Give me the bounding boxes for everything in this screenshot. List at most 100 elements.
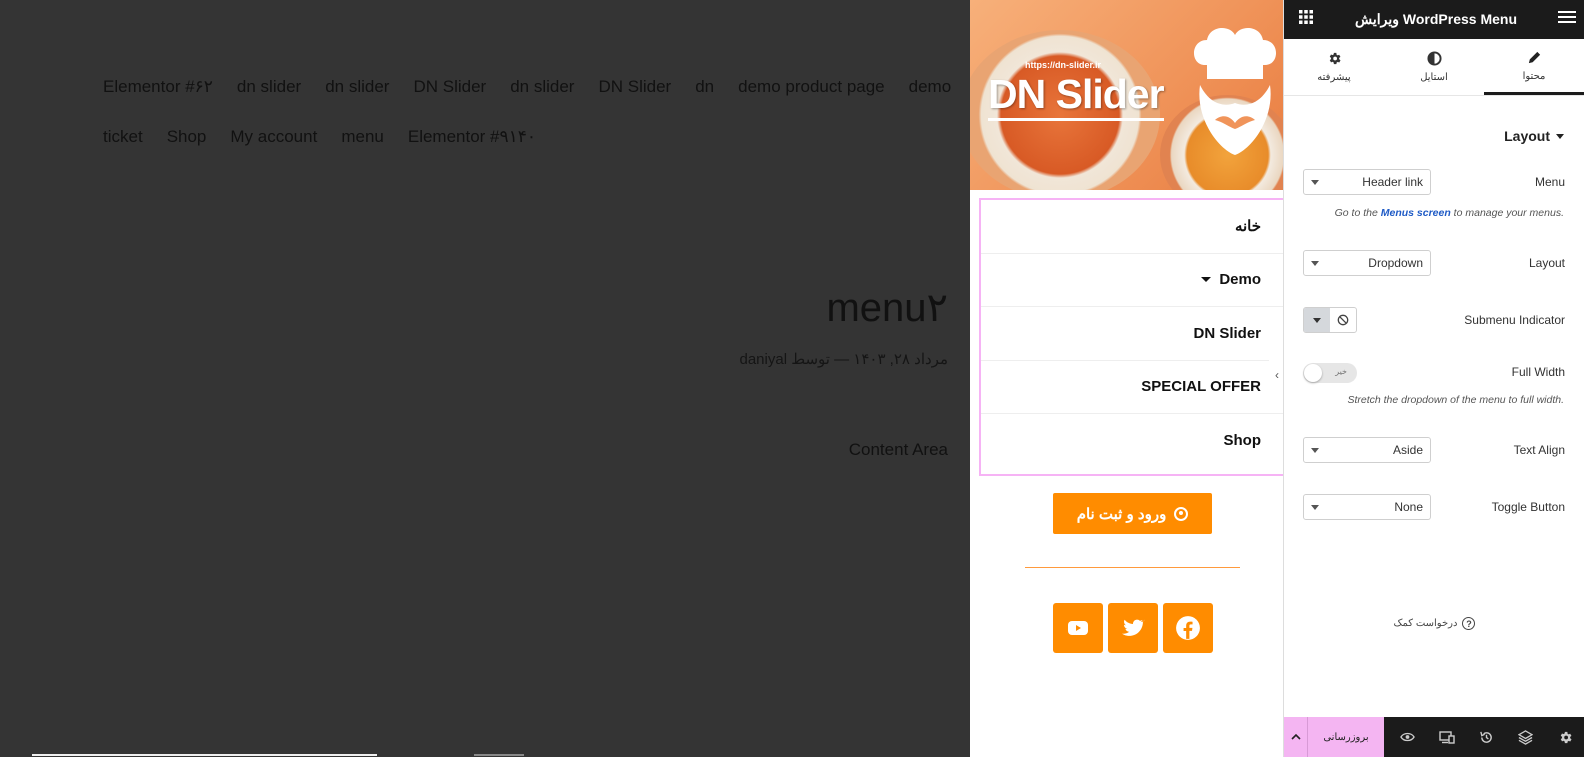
nav-link[interactable]: Elementor #۶۲	[103, 77, 213, 97]
tab-style-label: استایل	[1420, 72, 1448, 83]
control-submenu-indicator: Submenu Indicator	[1284, 307, 1584, 335]
caret-down-icon[interactable]	[1201, 277, 1212, 283]
scroll-indicator-secondary	[474, 754, 524, 756]
layout-select-value: Dropdown	[1368, 256, 1423, 270]
menu-select[interactable]: Header link	[1303, 169, 1431, 195]
twitter-icon[interactable]	[1108, 603, 1158, 653]
login-register-button[interactable]: ورود و ثبت نام	[1053, 493, 1212, 534]
editor-title: ویرایش WordPress Menu	[1354, 11, 1518, 27]
help-text: درخواست کمک	[1393, 618, 1458, 629]
menu-item[interactable]: Demo	[981, 254, 1284, 307]
nav-link[interactable]: dn slider	[237, 77, 301, 97]
update-label: بروزرسانی	[1323, 731, 1369, 743]
tab-advanced[interactable]: پیشرفته	[1284, 39, 1384, 95]
nav-link[interactable]: demo product page	[738, 77, 885, 97]
nav-link[interactable]: My account	[230, 127, 317, 147]
text-align-select[interactable]: Aside	[1303, 437, 1431, 463]
menu-description: Go to the Menus screen to manage your me…	[1335, 207, 1564, 219]
toggle-button-label: Toggle Button	[1491, 500, 1565, 514]
youtube-icon[interactable]	[1053, 603, 1103, 653]
layout-select[interactable]: Dropdown	[1303, 250, 1431, 276]
hamburger-menu-icon[interactable]	[1558, 9, 1576, 30]
nav-link[interactable]: ticket	[103, 127, 143, 147]
menu-item-label: SPECIAL OFFER	[1141, 378, 1261, 396]
section-layout-title: Layout	[1504, 128, 1550, 144]
editor-header: ویرایش WordPress Menu	[1284, 0, 1584, 39]
chevron-down-icon	[1311, 504, 1319, 510]
nav-menu-widget[interactable]: خانه Demo DN Slider SPECIAL OFFER Shop	[979, 198, 1286, 476]
switch-knob	[1304, 364, 1322, 382]
section-layout-toggle[interactable]: Layout	[1504, 128, 1564, 144]
full-width-description: Stretch the dropdown of the menu to full…	[1347, 394, 1564, 406]
editor-tabs: پیشرفته استایل محتوا	[1284, 39, 1584, 96]
tab-advanced-label: پیشرفته	[1317, 72, 1351, 83]
menu-item[interactable]: DN Slider	[981, 307, 1284, 361]
layout-label: Layout	[1528, 256, 1565, 270]
nav-link[interactable]: dn slider	[325, 77, 389, 97]
gear-icon	[1329, 52, 1340, 65]
chevron-down-icon	[1311, 179, 1319, 185]
nav-row-primary: Elementor #۶۲ dn slider dn slider DN Slider…	[103, 62, 970, 112]
responsive-mode-icon[interactable]	[1436, 726, 1458, 748]
nav-link[interactable]: Elementor #۹۱۴۰	[408, 127, 536, 147]
switch-off-text: خیر	[1335, 367, 1347, 376]
menu-item[interactable]: Shop	[981, 414, 1284, 468]
widgets-grid-icon[interactable]	[1298, 9, 1314, 30]
text-align-label: Text Align	[1513, 443, 1565, 457]
menu-item-label: خانه	[1234, 218, 1261, 236]
nav-link[interactable]: DN Slider	[413, 77, 486, 97]
full-width-label: Full Width	[1511, 365, 1565, 379]
nav-link[interactable]: menu	[341, 127, 384, 147]
post-meta: مرداد ۲۸, ۱۴۰۳ — توسط daniyal	[739, 351, 949, 368]
post-title: menu۲	[826, 286, 948, 330]
tab-style[interactable]: استایل	[1384, 39, 1484, 95]
menu-item-label: Shop	[1223, 432, 1262, 450]
tab-content[interactable]: محتوا	[1484, 39, 1584, 95]
chevron-down-icon	[1311, 447, 1319, 453]
control-menu: Header link Menu	[1284, 169, 1584, 197]
settings-gear-icon[interactable]	[1554, 726, 1576, 748]
nav-row-secondary: ticket Shop My account menu Elementor #۹۱۴۰	[103, 112, 970, 162]
menu-label: Menu	[1534, 175, 1565, 189]
control-full-width: خیر Full Width	[1284, 359, 1584, 387]
none-option[interactable]	[1330, 308, 1356, 332]
menu-item-label: DN Slider	[1193, 324, 1261, 342]
menus-screen-link[interactable]: Menus screen	[1381, 207, 1451, 219]
contrast-icon	[1426, 51, 1442, 66]
divider	[1025, 567, 1240, 568]
chevron-down-icon	[1556, 133, 1564, 139]
nav-link[interactable]: demo	[909, 77, 952, 97]
menu-select-value: Header link	[1362, 175, 1423, 189]
site-navigation: Elementor #۶۲ dn slider dn slider DN Slider…	[103, 62, 970, 162]
help-link[interactable]: درخواست کمک ?	[1284, 617, 1584, 630]
caret-down-option[interactable]	[1304, 308, 1330, 332]
banner-url: https://dn-slider.ir	[1025, 60, 1102, 70]
toggle-button-select[interactable]: None	[1303, 494, 1431, 520]
facebook-icon[interactable]	[1163, 603, 1213, 653]
offcanvas-menu-panel: https://dn-slider.ir DN Slider خانه Demo D…	[970, 0, 1295, 757]
nav-link[interactable]: dn	[695, 77, 714, 97]
text-align-value: Aside	[1392, 443, 1423, 457]
nav-link[interactable]: DN Slider	[598, 77, 671, 97]
chevron-up-icon[interactable]	[1284, 717, 1308, 757]
preview-eye-icon[interactable]	[1397, 726, 1419, 748]
tab-content-label: محتوا	[1522, 70, 1546, 82]
full-width-switch[interactable]: خیر	[1303, 363, 1357, 383]
login-button-label: ورود و ثبت نام	[1076, 505, 1167, 523]
navigator-layers-icon[interactable]	[1515, 726, 1537, 748]
footer-tools	[1384, 726, 1584, 748]
control-layout: Dropdown Layout	[1284, 250, 1584, 278]
caret-down-icon	[1313, 317, 1321, 323]
chef-logo-icon	[1193, 28, 1277, 155]
menu-item[interactable]: SPECIAL OFFER	[981, 361, 1284, 414]
submenu-indicator-chooser[interactable]	[1303, 307, 1357, 333]
elementor-editor-panel: ویرایش WordPress Menu پیشرفته استایل محت…	[1283, 0, 1584, 757]
history-icon[interactable]	[1475, 726, 1497, 748]
menu-item[interactable]: خانه	[981, 200, 1284, 254]
update-button[interactable]: بروزرسانی	[1284, 717, 1384, 757]
content-area-placeholder[interactable]: Content Area	[849, 440, 948, 460]
menu-desc-text: Go to the	[1334, 207, 1381, 219]
nav-link[interactable]: dn slider	[510, 77, 574, 97]
nav-link[interactable]: Shop	[167, 127, 207, 147]
toggle-button-value: None	[1394, 500, 1423, 514]
